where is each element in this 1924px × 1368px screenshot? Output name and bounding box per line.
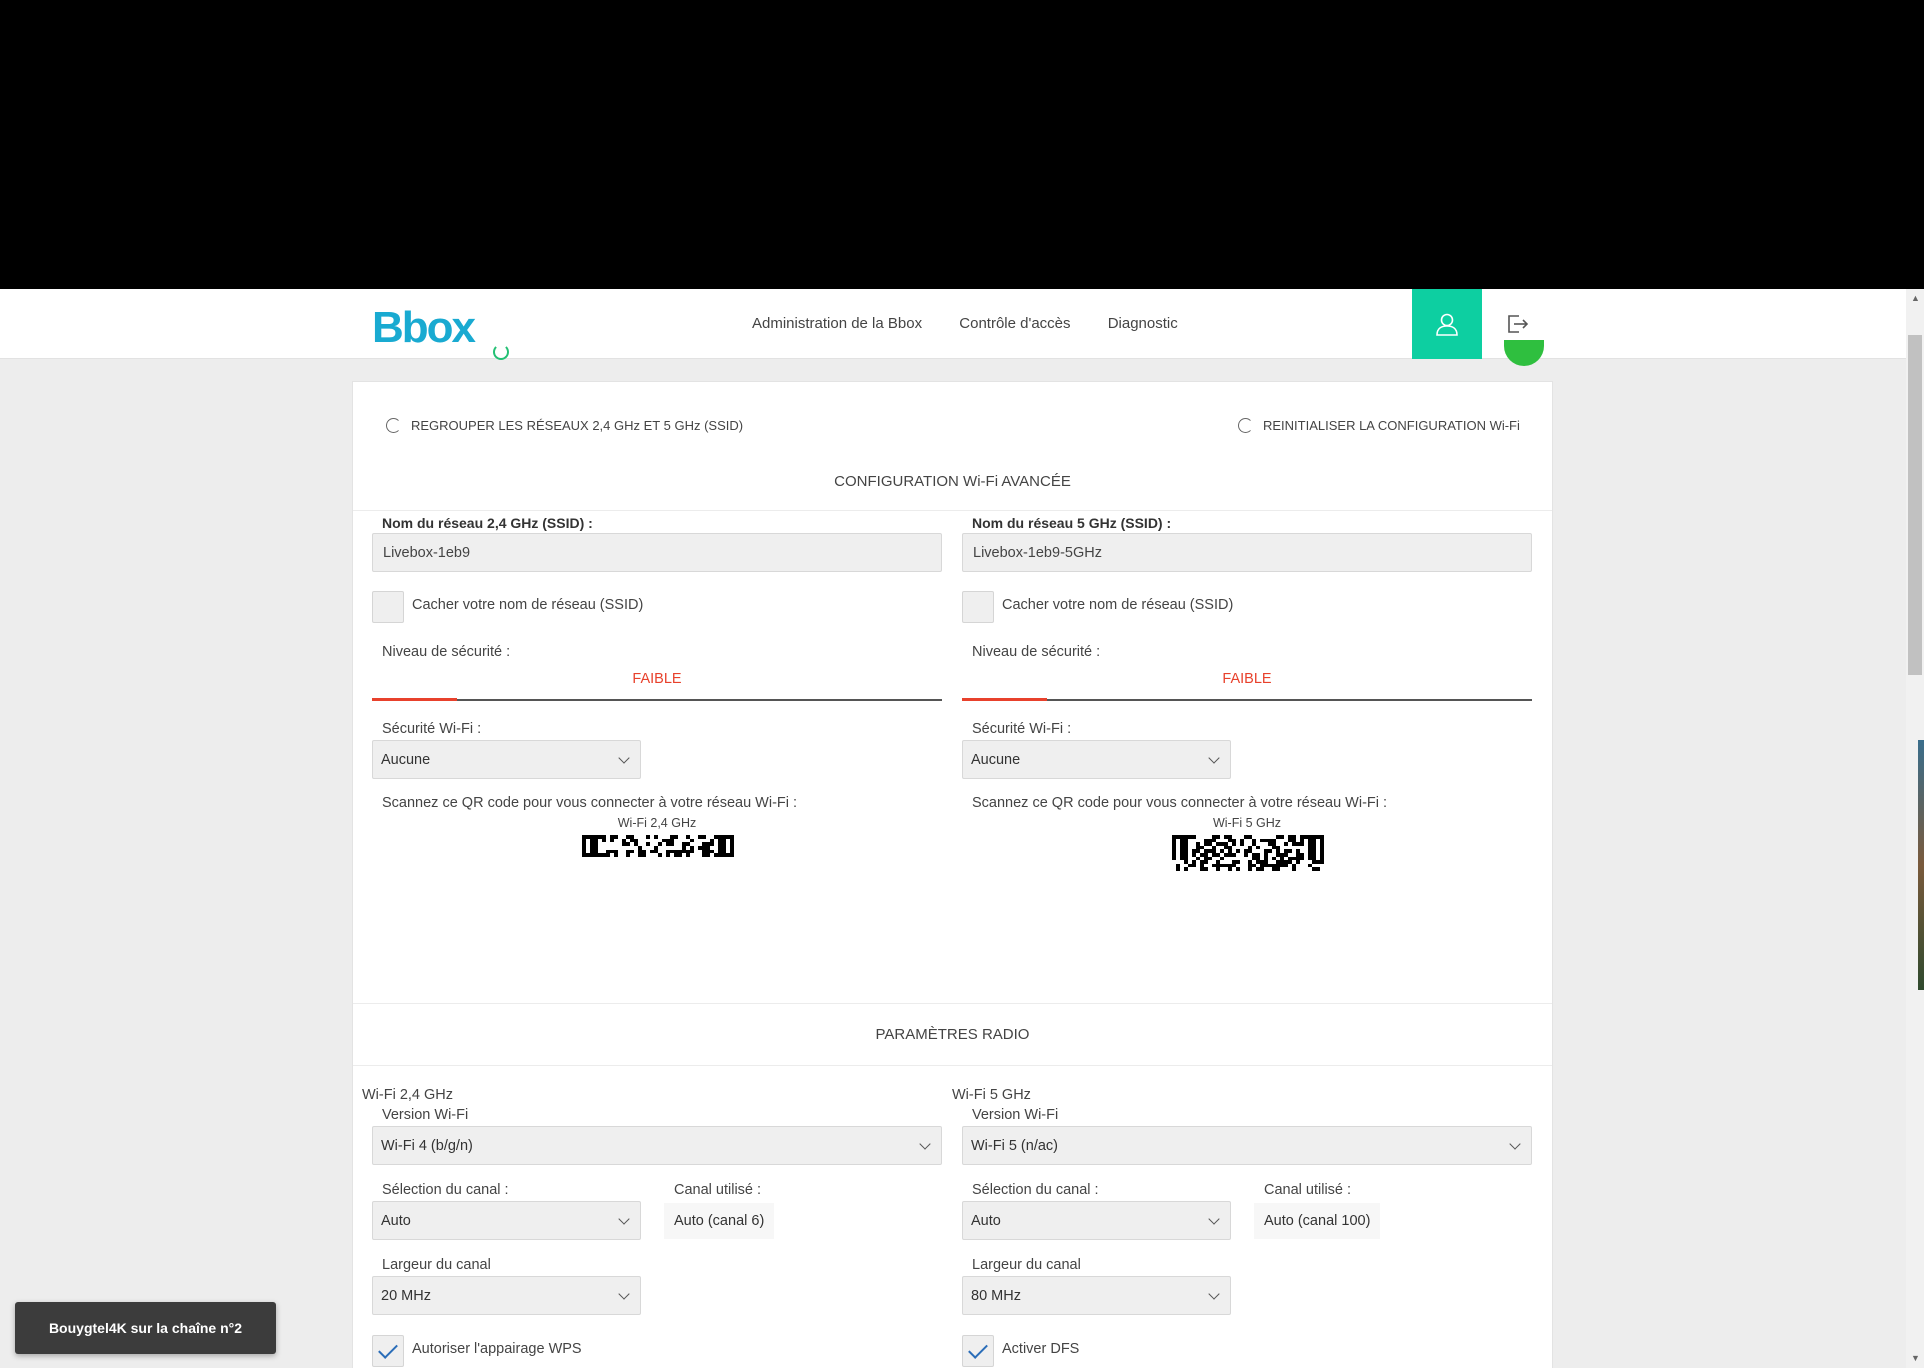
version-5-select[interactable]: Wi-Fi 5 (n/ac): [962, 1126, 1532, 1165]
hide-ssid-5-label: Cacher votre nom de réseau (SSID): [1002, 597, 1234, 613]
security-level-24-value: FAIBLE: [632, 671, 682, 687]
channel-sel-24-select[interactable]: Auto: [372, 1201, 641, 1240]
security-level-24-bar: [372, 698, 942, 701]
chevron-down-icon: [618, 1212, 630, 1225]
dfs-checkbox[interactable]: [962, 1335, 994, 1367]
qr-code-5: [1172, 835, 1324, 871]
qr-5-label: Scannez ce QR code pour vous connecter à…: [972, 795, 1388, 811]
reset-wifi-link[interactable]: REINITIALISER LA CONFIGURATION Wi-Fi: [1238, 418, 1520, 433]
divider: [353, 1065, 1552, 1066]
wps-checkbox[interactable]: [372, 1335, 404, 1367]
width-24-select[interactable]: 20 MHz: [372, 1276, 641, 1315]
channel-sel-5-select[interactable]: Auto: [962, 1201, 1231, 1240]
advanced-config-title: CONFIGURATION Wi-Fi AVANCÉE: [834, 473, 1071, 490]
channel-sel-5-label: Sélection du canal :: [972, 1182, 1099, 1198]
channel-sel-24-label: Sélection du canal :: [382, 1182, 509, 1198]
width-24-value: 20 MHz: [381, 1287, 431, 1304]
ssid-5-input[interactable]: Livebox-1eb9-5GHz: [962, 533, 1532, 572]
chevron-down-icon: [618, 1287, 630, 1300]
security-level-5-fill: [962, 698, 1047, 701]
security-level-5-bar: [962, 698, 1532, 701]
chevron-down-icon: [1208, 751, 1220, 764]
refresh-icon: [1238, 418, 1253, 433]
radio-5-heading: Wi-Fi 5 GHz: [952, 1087, 1031, 1103]
ssid-24-input[interactable]: Livebox-1eb9: [372, 533, 942, 572]
radio-params-title: PARAMÈTRES RADIO: [875, 1026, 1030, 1043]
channel-toast: Bouygtel4K sur la chaîne n°2: [15, 1302, 276, 1354]
security-level-5-label: Niveau de sécurité :: [972, 644, 1101, 660]
security-level-24-fill: [372, 698, 457, 701]
dfs-label: Activer DFS: [1002, 1341, 1080, 1357]
channel-used-5-value: Auto (canal 100): [1254, 1203, 1381, 1239]
bbox-logo[interactable]: Bbox: [372, 303, 476, 353]
chevron-down-icon: [1208, 1287, 1220, 1300]
version-24-select[interactable]: Wi-Fi 4 (b/g/n): [372, 1126, 942, 1165]
divider: [353, 510, 1552, 511]
black-banner: [0, 0, 1924, 289]
reset-wifi-label: REINITIALISER LA CONFIGURATION Wi-Fi: [1263, 418, 1520, 433]
channel-used-24-value: Auto (canal 6): [664, 1203, 775, 1239]
wifi-config-card: REGROUPER LES RÉSEAUX 2,4 GHz ET 5 GHz (…: [352, 381, 1553, 1368]
qr-24-caption: Wi-Fi 2,4 GHz: [617, 816, 697, 830]
chevron-down-icon: [1208, 1212, 1220, 1225]
group-networks-label: REGROUPER LES RÉSEAUX 2,4 GHz ET 5 GHz (…: [411, 418, 744, 433]
ssid-24-label: Nom du réseau 2,4 GHz (SSID) :: [382, 515, 593, 531]
qr-24-label: Scannez ce QR code pour vous connecter à…: [382, 795, 798, 811]
nav-administration[interactable]: Administration de la Bbox: [752, 315, 922, 332]
chevron-down-icon: [618, 751, 630, 764]
wps-label: Autoriser l'appairage WPS: [412, 1341, 582, 1357]
divider: [353, 1003, 1552, 1004]
width-5-value: 80 MHz: [971, 1287, 1021, 1304]
user-icon: [1436, 313, 1458, 336]
checkmark-icon: [968, 1338, 988, 1359]
channel-used-5-label: Canal utilisé :: [1264, 1182, 1352, 1198]
refresh-icon: [386, 418, 401, 433]
radio-24-heading: Wi-Fi 2,4 GHz: [362, 1087, 454, 1103]
chevron-down-icon: [919, 1137, 931, 1150]
top-navbar: Bbox Administration de la Bbox Contrôle …: [0, 289, 1906, 359]
status-ring-icon: [493, 344, 509, 360]
wifi-security-5-label: Sécurité Wi-Fi :: [972, 721, 1072, 737]
status-indicator: [1504, 340, 1544, 366]
background-window-edge: [1918, 740, 1924, 990]
checkmark-icon: [378, 1338, 398, 1359]
qr-5-caption: Wi-Fi 5 GHz: [1212, 816, 1282, 830]
nav-access-control[interactable]: Contrôle d'accès: [959, 315, 1070, 332]
hide-ssid-5-checkbox[interactable]: [962, 591, 994, 623]
nav-diagnostic[interactable]: Diagnostic: [1108, 315, 1178, 332]
version-5-label: Version Wi-Fi: [972, 1107, 1059, 1123]
width-5-label: Largeur du canal: [972, 1257, 1081, 1273]
hide-ssid-24-checkbox[interactable]: [372, 591, 404, 623]
ssid-5-label: Nom du réseau 5 GHz (SSID) :: [972, 515, 1172, 531]
scroll-thumb[interactable]: [1908, 335, 1922, 675]
wifi-security-24-label: Sécurité Wi-Fi :: [382, 721, 482, 737]
scroll-down-icon[interactable]: ▼: [1911, 1353, 1920, 1363]
scroll-up-icon[interactable]: ▲: [1911, 293, 1920, 303]
main-nav: Administration de la Bbox Contrôle d'acc…: [752, 315, 1211, 332]
version-24-label: Version Wi-Fi: [382, 1107, 469, 1123]
wifi-security-24-value: Aucune: [381, 751, 431, 768]
wifi-security-5-value: Aucune: [971, 751, 1021, 768]
version-24-value: Wi-Fi 4 (b/g/n): [381, 1137, 473, 1154]
version-5-value: Wi-Fi 5 (n/ac): [971, 1137, 1058, 1154]
width-5-select[interactable]: 80 MHz: [962, 1276, 1231, 1315]
logout-icon: [1508, 315, 1529, 333]
channel-used-24-label: Canal utilisé :: [674, 1182, 762, 1198]
channel-sel-24-value: Auto: [381, 1212, 411, 1229]
qr-code-24: [582, 835, 734, 857]
security-level-24-label: Niveau de sécurité :: [382, 644, 511, 660]
channel-sel-5-value: Auto: [971, 1212, 1001, 1229]
wifi-security-5-select[interactable]: Aucune: [962, 740, 1231, 779]
logout-button[interactable]: [1500, 307, 1534, 341]
group-networks-link[interactable]: REGROUPER LES RÉSEAUX 2,4 GHz ET 5 GHz (…: [386, 418, 743, 433]
hide-ssid-24-label: Cacher votre nom de réseau (SSID): [412, 597, 644, 613]
width-24-label: Largeur du canal: [382, 1257, 491, 1273]
security-level-5-value: FAIBLE: [1222, 671, 1272, 687]
chevron-down-icon: [1509, 1137, 1521, 1150]
wifi-security-24-select[interactable]: Aucune: [372, 740, 641, 779]
user-button[interactable]: [1412, 289, 1482, 359]
